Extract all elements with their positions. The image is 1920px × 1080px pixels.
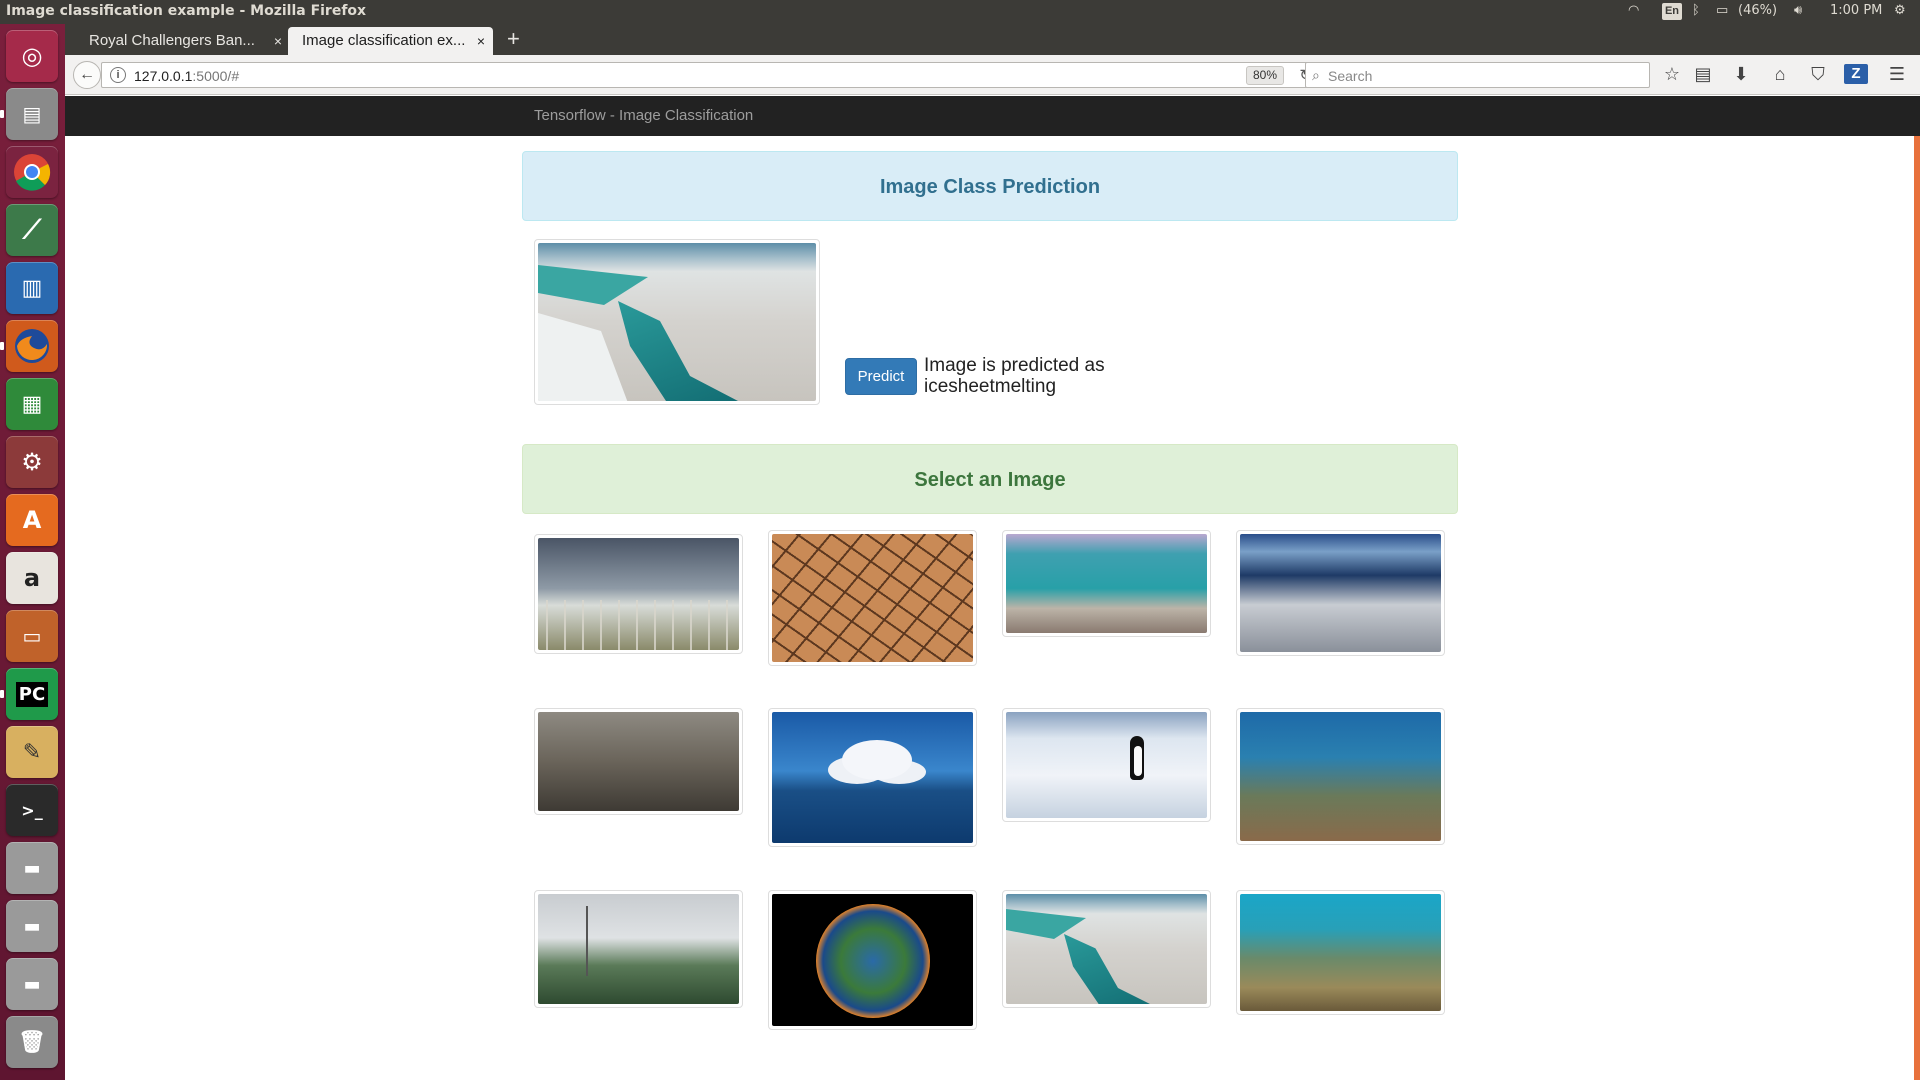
battery-percentage[interactable]: (46%) [1738,3,1777,18]
close-tab-icon[interactable]: × [274,27,282,55]
amazon-icon[interactable]: a [6,552,58,604]
drive-icon[interactable]: ▬ [6,900,58,952]
cracked-dry-earth-image [772,534,973,662]
terminal-icon[interactable]: >_ [6,784,58,836]
ice-sheet-melting-image [538,243,816,401]
burning-earth-image [772,894,973,1026]
home-icon[interactable]: ⌂ [1768,64,1792,85]
drive-icon[interactable]: ▬ [6,842,58,894]
android-studio-icon[interactable]: ⟋ [6,204,58,256]
search-icon: ⌕ [1312,67,1320,83]
url-text[interactable]: 127.0.0.1:5000/# [134,68,239,84]
gallery-image[interactable] [534,708,743,815]
polluted-ruined-city-image [538,712,739,811]
trash-icon[interactable]: 🗑︎ [6,1016,58,1068]
url-bar[interactable]: i 127.0.0.1:5000/# 80% ↻ [101,62,1321,88]
running-indicator [0,342,4,350]
search-input[interactable]: ⌕ Search [1305,62,1650,88]
gallery-image[interactable] [768,708,977,847]
volume-icon[interactable]: 🔊︎ [1794,3,1802,18]
bleached-coral-underwater-image [1006,534,1207,633]
select-image-heading: Select an Image [522,444,1458,514]
gallery-image[interactable] [1236,890,1445,1015]
back-button[interactable]: ← [73,61,101,89]
prediction-heading: Image Class Prediction [522,151,1458,221]
ubuntu-dash-icon[interactable]: ◎ [6,30,58,82]
settings-gear-icon[interactable]: ⚙ [1894,3,1906,18]
tab-royal-challengers[interactable]: Royal Challengers Ban... × [75,27,290,55]
zotero-icon[interactable]: Z [1844,64,1868,84]
ocean-cloud-image [772,712,973,843]
firefox-icon[interactable] [6,320,58,372]
prediction-result: Image is predicted as icesheetmelting [924,355,1105,397]
penguin-on-ice-image [1006,712,1207,818]
gallery-image[interactable] [1002,530,1211,637]
libreoffice-writer-icon[interactable]: ▥ [6,262,58,314]
tab-label: Image classification ex... [302,32,466,49]
pycharm-icon[interactable]: PC [6,668,58,720]
scrollbar[interactable] [1914,136,1920,1080]
libreoffice-impress-icon[interactable]: ▭ [6,610,58,662]
app-navbar: Tensorflow - Image Classification [65,96,1920,136]
bleached-coral-reef-image [1240,534,1441,652]
running-indicator [0,690,4,698]
keyboard-layout-indicator[interactable]: En [1662,3,1682,20]
window-title: Image classification example - Mozilla F… [6,3,367,19]
gallery-image[interactable] [1002,890,1211,1008]
battery-icon[interactable]: ▭ [1716,3,1728,18]
menu-icon[interactable]: ☰ [1885,64,1909,85]
ice-sheet-melting-image [1006,894,1207,1004]
downloads-icon[interactable]: ⬇ [1729,64,1753,85]
wifi-icon[interactable]: ◠ [1628,3,1639,18]
tab-bar: Royal Challengers Ban... × Image classif… [65,24,1920,55]
gallery-image[interactable] [534,534,743,654]
gallery-image[interactable] [1236,708,1445,845]
site-info-icon[interactable]: i [110,67,126,83]
predict-button[interactable]: Predict [845,358,917,395]
app-brand[interactable]: Tensorflow - Image Classification [534,107,753,124]
navigation-toolbar: ← i 127.0.0.1:5000/# 80% ↻ ⌕ Search ☆ ▤ … [65,55,1920,95]
system-settings-icon[interactable]: ⚙ [6,436,58,488]
gallery-image[interactable] [768,530,977,666]
bluetooth-icon[interactable]: ᛒ [1692,3,1700,18]
reading-list-icon[interactable]: ▤ [1691,64,1715,85]
page-content: Tensorflow - Image Classification Image … [65,96,1920,1080]
unity-launcher: ◎ ▤ ⟋ ▥ ▦ ⚙ A a ▭ PC ✎ >_ ▬ ▬ ▬ 🗑︎ [0,24,65,1080]
search-placeholder: Search [1328,68,1373,84]
zoom-indicator[interactable]: 80% [1245,66,1284,85]
drive-icon[interactable]: ▬ [6,958,58,1010]
tab-label: Royal Challengers Ban... [89,32,255,49]
bookmark-star-icon[interactable]: ☆ [1660,64,1684,85]
text-editor-icon[interactable]: ✎ [6,726,58,778]
gallery-image[interactable] [534,890,743,1008]
system-top-panel: Image classification example - Mozilla F… [0,0,1920,24]
files-icon[interactable]: ▤ [6,88,58,140]
libreoffice-calc-icon[interactable]: ▦ [6,378,58,430]
healthy-coral-reef-image [1240,894,1441,1011]
dead-forest-storm-image [538,538,739,650]
new-tab-button[interactable]: + [507,27,520,51]
gallery-image[interactable] [1002,708,1211,822]
chrome-icon[interactable] [6,146,58,198]
coral-reef-seaweed-image [1240,712,1441,841]
clock[interactable]: 1:00 PM [1830,3,1882,18]
close-tab-icon[interactable]: × [477,27,485,55]
tab-image-classification[interactable]: Image classification ex... × [288,27,493,55]
running-indicator [0,110,4,118]
gallery-image[interactable] [1236,530,1445,656]
gallery-image[interactable] [768,890,977,1030]
software-center-icon[interactable]: A [6,494,58,546]
dying-forest-tower-image [538,894,739,1004]
selected-image [534,239,820,405]
pocket-icon[interactable]: ⛉ [1806,64,1830,85]
